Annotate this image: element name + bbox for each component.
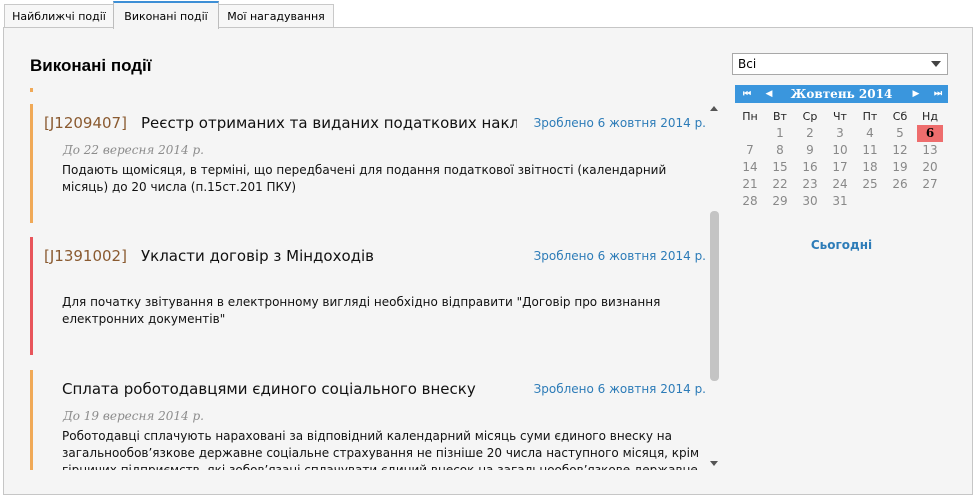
calendar-day[interactable]: 18 — [855, 159, 885, 176]
calendar-day[interactable]: 27 — [915, 176, 945, 193]
calendar-weekday: Чт — [833, 110, 847, 123]
prev-year-icon[interactable]: ⏮ — [737, 85, 757, 103]
event-deadline: До 19 вересня 2014 р. — [63, 409, 204, 423]
event-color-bar — [30, 370, 33, 470]
event-filter-select[interactable]: Всі — [732, 53, 948, 75]
calendar-day[interactable]: 21 — [735, 176, 765, 193]
calendar-weekday: Сб — [892, 110, 908, 123]
calendar-day[interactable]: 5 — [885, 125, 915, 142]
scroll-up-icon[interactable] — [710, 106, 718, 111]
event-item[interactable]: Сплата роботодавцями єдиного соціального… — [30, 370, 706, 470]
event-done-date: Зроблено 6 жовтня 2014 р. — [533, 116, 706, 130]
tab-completed-events[interactable]: Виконані події — [113, 1, 219, 29]
tab-bar: Найближчі події Виконані події Мої нагад… — [0, 0, 976, 29]
calendar-month-label[interactable]: Жовтень 2014 — [777, 85, 906, 103]
calendar-day[interactable]: 30 — [795, 193, 825, 210]
calendar-day[interactable]: 13 — [915, 142, 945, 159]
event-filter-value: Всі — [738, 57, 757, 71]
calendar-day-today[interactable]: 6 — [917, 125, 943, 142]
event-title[interactable]: Укласти договір з Міндоходів — [141, 247, 517, 265]
event-color-bar — [30, 237, 33, 355]
tab-upcoming-events[interactable]: Найближчі події — [4, 4, 114, 28]
event-description: Подають щомісяця, в терміні, що передбач… — [62, 163, 667, 194]
event-color-bar — [30, 88, 33, 92]
calendar-day[interactable]: 29 — [765, 193, 795, 210]
calendar-day[interactable]: 31 — [825, 193, 855, 210]
calendar-header: ⏮ ◀ Жовтень 2014 ▶ ⏭ — [735, 85, 948, 103]
event-item[interactable]: [J1209407] Реєстр отриманих та виданих п… — [30, 104, 706, 223]
calendar-day[interactable]: 14 — [735, 159, 765, 176]
event-done-date: Зроблено 6 жовтня 2014 р. — [533, 382, 706, 396]
prev-month-icon[interactable]: ◀ — [759, 85, 779, 103]
next-year-icon[interactable]: ⏭ — [928, 85, 948, 103]
calendar-day[interactable]: 9 — [795, 142, 825, 159]
calendar-day[interactable]: 8 — [765, 142, 795, 159]
event-description: Для початку звітування в електронному ви… — [62, 295, 661, 326]
calendar-day[interactable]: 15 — [765, 159, 795, 176]
calendar-weekday: Пн — [742, 110, 758, 123]
calendar-empty-cell — [735, 125, 765, 142]
calendar-day[interactable]: 25 — [855, 176, 885, 193]
calendar-day[interactable]: 26 — [885, 176, 915, 193]
events-scrollbar[interactable] — [707, 103, 721, 470]
events-list[interactable]: [J1209407] Реєстр отриманих та виданих п… — [30, 88, 720, 470]
completed-events-panel: Виконані події [J1209407] Реєстр отриман… — [3, 27, 973, 495]
calendar-day[interactable]: 22 — [765, 176, 795, 193]
calendar-day[interactable]: 20 — [915, 159, 945, 176]
calendar-day[interactable]: 3 — [825, 125, 855, 142]
calendar-weekday: Пт — [862, 110, 878, 123]
page-title: Виконані події — [30, 56, 152, 75]
next-month-icon[interactable]: ▶ — [906, 85, 926, 103]
tab-my-reminders[interactable]: Мої нагадування — [218, 4, 334, 28]
calendar-day[interactable]: 1 — [765, 125, 795, 142]
scroll-down-icon[interactable] — [710, 461, 718, 466]
scroll-thumb[interactable] — [710, 211, 719, 381]
calendar-day[interactable]: 23 — [795, 176, 825, 193]
calendar-day[interactable]: 2 — [795, 125, 825, 142]
calendar: ⏮ ◀ Жовтень 2014 ▶ ⏭ Пн Вт Ср Чт Пт Сб Нд 1 2 3 4 5… — [735, 85, 948, 210]
calendar-day[interactable]: 17 — [825, 159, 855, 176]
event-code: [J1209407] — [44, 114, 127, 132]
calendar-day[interactable]: 7 — [735, 142, 765, 159]
calendar-grid: Пн Вт Ср Чт Пт Сб Нд 1 2 3 4 5 6 7 8 9 10 11 12 13 14 15 16 17 1… — [735, 108, 948, 210]
event-deadline: До 22 вересня 2014 р. — [63, 143, 204, 157]
calendar-day[interactable]: 24 — [825, 176, 855, 193]
event-done-date: Зроблено 6 жовтня 2014 р. — [533, 249, 706, 263]
calendar-weekday: Вт — [773, 110, 787, 123]
calendar-day[interactable]: 10 — [825, 142, 855, 159]
event-item[interactable]: [J1391002] Укласти договір з Міндоходів … — [30, 237, 706, 355]
calendar-day[interactable]: 11 — [855, 142, 885, 159]
calendar-day[interactable]: 19 — [885, 159, 915, 176]
chevron-down-icon — [931, 61, 941, 67]
calendar-day[interactable]: 16 — [795, 159, 825, 176]
calendar-day[interactable]: 12 — [885, 142, 915, 159]
event-title[interactable]: Сплата роботодавцями єдиного соціального… — [62, 380, 522, 398]
event-color-bar — [30, 104, 33, 223]
event-description: Роботодавці сплачують нараховані за відп… — [62, 429, 700, 470]
calendar-weekday: Нд — [922, 110, 938, 123]
calendar-day[interactable]: 28 — [735, 193, 765, 210]
calendar-day[interactable]: 4 — [855, 125, 885, 142]
event-code: [J1391002] — [44, 247, 127, 265]
today-link[interactable]: Сьогодні — [735, 238, 948, 252]
event-title[interactable]: Реєстр отриманих та виданих податкових н… — [141, 114, 517, 132]
calendar-weekday: Ср — [802, 110, 818, 123]
